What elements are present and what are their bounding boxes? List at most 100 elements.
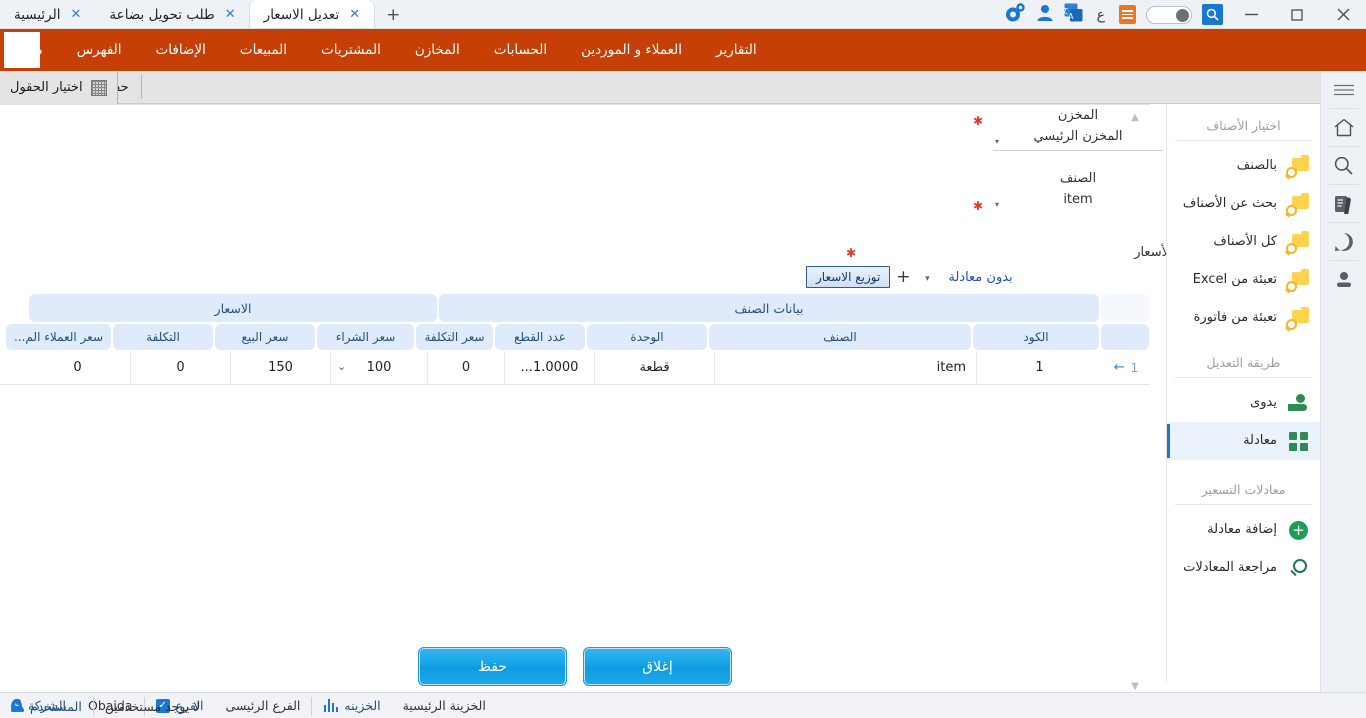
column-header-purchase-price[interactable]: سعر الشراء <box>317 324 414 350</box>
cell-item[interactable]: item <box>714 351 976 384</box>
row-marker: 1 ← <box>1102 351 1150 384</box>
menu-item-reports[interactable]: التقارير <box>699 29 774 71</box>
user-icon[interactable] <box>1321 261 1366 298</box>
column-header-code[interactable]: الكود <box>973 324 1099 350</box>
cell-unit[interactable]: قطعة <box>594 351 714 384</box>
save-button[interactable]: حفظ <box>418 647 567 686</box>
menu-item-sales[interactable]: المبيعات <box>223 29 304 71</box>
cell-sale-price[interactable]: 150 <box>230 351 330 384</box>
menu-item-index[interactable]: الفهرس <box>60 29 139 71</box>
add-equation-button[interactable]: + <box>890 267 916 287</box>
sidebar-item-label: تعبئة من فاتورة <box>1175 310 1277 326</box>
minimize-window-button[interactable] <box>1228 0 1274 29</box>
column-header-cost[interactable]: التكلفة <box>113 324 213 350</box>
toggle-switch-icon <box>1146 6 1192 24</box>
sidebar-item-label: إضافة معادلة <box>1175 522 1277 538</box>
cell-purchase-price[interactable]: 100 ⌄ <box>330 351 427 384</box>
sidebar-item-label: مراجعة المعادلات <box>1175 560 1277 576</box>
equation-dropdown-caret[interactable]: ▾ <box>916 270 938 285</box>
sidebar-item-label: كل الأصناف <box>1175 234 1277 250</box>
new-tab-button[interactable]: + <box>374 0 412 29</box>
cell-code[interactable]: 1 <box>976 351 1102 384</box>
tab-price-adjust[interactable]: تعديل الاسعار ✕ <box>250 0 374 29</box>
close-icon[interactable]: ✕ <box>71 8 82 21</box>
sidebar-item-review-equations[interactable]: مراجعة المعادلات <box>1167 549 1320 587</box>
sidebar-item-add-equation[interactable]: + إضافة معادلة <box>1167 511 1320 549</box>
gear-icon <box>1004 3 1026 27</box>
chevron-down-icon[interactable]: ▾ <box>995 196 999 214</box>
notes-tool-button[interactable] <box>1114 0 1141 29</box>
sidebar-item-fill-from-excel[interactable]: تعبئة من Excel <box>1167 261 1320 299</box>
close-button[interactable]: إغلاق <box>583 647 732 686</box>
chevron-down-icon[interactable]: ▾ <box>995 133 999 151</box>
sidebar-item-fill-from-invoice[interactable]: تعبئة من فاتورة <box>1167 299 1320 337</box>
status-user-label: المستخدم <box>30 699 82 714</box>
item-value[interactable]: item ▾ <box>993 191 1163 214</box>
tab-transfer-request[interactable]: طلب تحويل بضاعة ✕ <box>95 0 249 29</box>
column-header-cost-price[interactable]: سعر التكلفة <box>416 324 493 350</box>
distribute-prices-button[interactable]: توزيع الاسعار <box>806 266 890 288</box>
cell-customer-price[interactable]: 0 <box>25 351 130 384</box>
search-tool-button[interactable] <box>1197 0 1228 29</box>
maximize-window-button[interactable] <box>1274 0 1320 29</box>
grid-squares-icon <box>1286 429 1310 453</box>
group-header-prices: الاسعار <box>29 294 437 322</box>
grid-header-row: الكود الصنف الوحدة عدد القطع سعر التكلفة… <box>0 323 1150 351</box>
column-header-customer-price[interactable]: سعر العملاء الم... <box>6 324 111 350</box>
column-header-pieces[interactable]: عدد القطع <box>495 324 585 350</box>
report-icon[interactable] <box>1321 185 1366 222</box>
sidebar-item-all-items[interactable]: كل الأصناف <box>1167 223 1320 261</box>
column-header-item[interactable]: الصنف <box>709 324 971 350</box>
section-divider <box>1175 377 1312 378</box>
cell-pieces[interactable]: 1.0000... <box>504 351 594 384</box>
row-arrow-icon: ← <box>1114 360 1125 375</box>
form-actions: حفظ إغلاق <box>0 647 1150 686</box>
search-icon <box>1286 556 1310 580</box>
item-field[interactable]: الصنف item ▾ <box>983 171 1173 214</box>
menu-item-accounts[interactable]: الحسابات <box>477 29 564 71</box>
close-window-button[interactable] <box>1320 0 1366 29</box>
home-icon[interactable] <box>1321 109 1366 146</box>
main-menu-bar: ملف الفهرس الإضافات المبيعات المشتريات ا… <box>0 29 1366 71</box>
close-icon[interactable]: ✕ <box>225 8 236 21</box>
sidebar-item-by-item[interactable]: بالصنف <box>1167 147 1320 185</box>
sidebar-item-manual[interactable]: يدوى <box>1167 384 1320 422</box>
column-header-unit[interactable]: الوحدة <box>587 324 707 350</box>
status-divider <box>311 697 312 715</box>
settings-tool-button[interactable] <box>999 0 1031 29</box>
status-treasury[interactable]: الخزينه <box>312 693 391 718</box>
section-divider <box>1175 140 1312 141</box>
phone-chat-icon[interactable] <box>1321 223 1366 260</box>
item-required-marker: ✱ <box>969 171 983 214</box>
sidebar-item-label: يدوى <box>1175 395 1277 411</box>
status-user[interactable]: المستخدم <box>0 693 93 718</box>
menu-icon[interactable] <box>1321 71 1366 108</box>
warehouse-value-text: المخزن الرئيسي <box>1033 129 1122 144</box>
item-label: الصنف <box>993 171 1163 191</box>
table-row[interactable]: 1 ← 1 item قطعة 1.0000... 0 100 ⌄ 150 0 … <box>0 351 1150 384</box>
equation-value-text[interactable]: بدون معادلة <box>938 270 1022 285</box>
currency-tool-button[interactable]: ع <box>1088 0 1114 29</box>
column-header-sale-price[interactable]: سعر البيع <box>215 324 315 350</box>
sidebar-item-equation[interactable]: معادلة <box>1167 422 1320 460</box>
warehouse-value[interactable]: المخزن الرئيسي ▾ <box>993 128 1163 151</box>
menu-item-addons[interactable]: الإضافات <box>139 29 223 71</box>
chevron-down-icon[interactable]: ⌄ <box>337 360 346 373</box>
menu-item-purchases[interactable]: المشتريات <box>304 29 398 71</box>
row-number: 1 <box>1131 361 1139 375</box>
cell-cost[interactable]: 0 <box>130 351 230 384</box>
translate-tool-button[interactable]: 文 A <box>1059 0 1088 29</box>
user-tool-button[interactable] <box>1031 0 1059 29</box>
tab-strip: الرئيسية ✕ طلب تحويل بضاعة ✕ تعديل الاسع… <box>0 0 999 29</box>
theme-toggle-button[interactable] <box>1141 0 1197 29</box>
close-icon[interactable]: ✕ <box>349 8 360 21</box>
warehouse-field[interactable]: المخزن المخزن الرئيسي ▾ <box>983 108 1173 151</box>
sidebar-item-search-items[interactable]: بحث عن الأصناف <box>1167 185 1320 223</box>
menu-item-customers-suppliers[interactable]: العملاء و الموردين <box>564 29 699 71</box>
tab-home[interactable]: الرئيسية ✕ <box>0 0 95 29</box>
search-icon[interactable] <box>1321 147 1366 184</box>
status-treasury-label: الخزينه <box>344 698 380 713</box>
menu-item-warehouses[interactable]: المخازن <box>398 29 477 71</box>
cell-cost-price[interactable]: 0 <box>427 351 504 384</box>
choose-fields-button[interactable]: اختيار الحقول <box>0 71 118 104</box>
